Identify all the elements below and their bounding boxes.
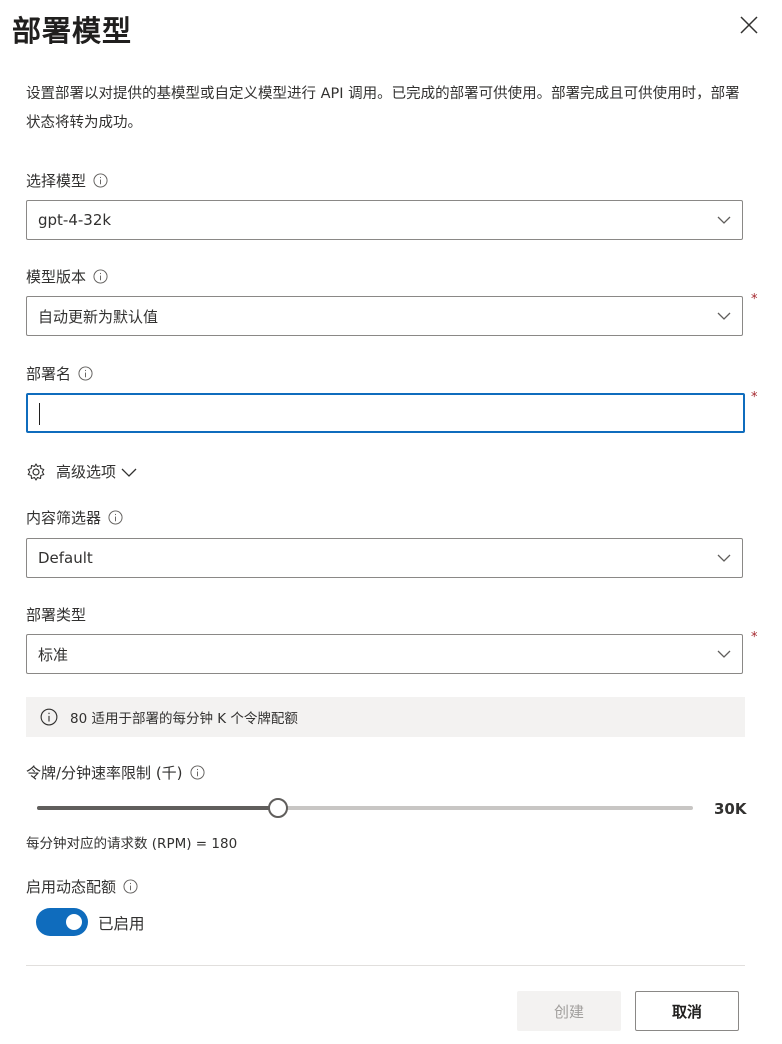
content-filter-dropdown[interactable]: Default — [26, 538, 743, 578]
close-icon[interactable] — [738, 14, 760, 36]
required-marker: * — [751, 292, 758, 307]
content-filter-label-text: 内容筛选器 — [26, 509, 102, 527]
content-filter-value: Default — [38, 549, 93, 567]
chevron-down-icon — [717, 312, 731, 320]
footer-divider — [26, 965, 745, 966]
deployment-type-label-text: 部署类型 — [26, 606, 87, 624]
quota-info-bar: 80 适用于部署的每分钟 K 个令牌配额 — [26, 697, 745, 737]
info-icon — [40, 708, 58, 726]
cancel-button[interactable]: 取消 — [635, 991, 739, 1031]
content-filter-label: 内容筛选器 — [26, 507, 123, 528]
version-dropdown[interactable]: 自动更新为默认值 — [26, 296, 743, 336]
dynamic-quota-label-text: 启用动态配额 — [26, 878, 117, 896]
deployment-type-dropdown[interactable]: 标准 — [26, 634, 743, 674]
rpm-text: 每分钟对应的请求数 (RPM) = 180 — [26, 836, 238, 852]
deployment-name-label-text: 部署名 — [26, 365, 72, 383]
required-marker: * — [751, 630, 758, 645]
version-label-text: 模型版本 — [26, 268, 87, 286]
deployment-name-input[interactable] — [26, 393, 745, 433]
slider-value: 30K — [714, 800, 747, 818]
info-icon[interactable] — [93, 269, 108, 284]
required-marker: * — [751, 390, 758, 405]
info-icon[interactable] — [190, 765, 205, 780]
chevron-down-icon — [121, 468, 137, 477]
toggle-state-label: 已启用 — [98, 915, 145, 933]
slider-fill — [37, 806, 278, 810]
info-icon[interactable] — [78, 366, 93, 381]
model-field-label: 选择模型 — [26, 170, 108, 191]
chevron-down-icon — [717, 216, 731, 224]
page-title: 部署模型 — [12, 14, 133, 48]
info-icon[interactable] — [93, 173, 108, 188]
deployment-name-label: 部署名 — [26, 363, 93, 384]
deployment-type-value: 标准 — [38, 645, 69, 664]
model-dropdown[interactable]: gpt-4-32k — [26, 200, 743, 240]
rate-limit-label-text: 令牌/分钟速率限制 (千) — [26, 764, 183, 782]
advanced-options-toggle[interactable]: 高级选项 — [26, 461, 138, 482]
create-button[interactable]: 创建 — [517, 991, 621, 1031]
info-icon[interactable] — [108, 510, 123, 525]
rate-limit-label: 令牌/分钟速率限制 (千) — [26, 762, 205, 783]
slider-thumb[interactable] — [268, 798, 288, 818]
chevron-down-icon — [717, 554, 731, 562]
model-label-text: 选择模型 — [26, 172, 87, 190]
version-field-label: 模型版本 — [26, 266, 108, 287]
dynamic-quota-label: 启用动态配额 — [26, 876, 138, 897]
text-cursor — [39, 403, 40, 425]
dynamic-quota-toggle[interactable] — [36, 908, 88, 936]
quota-info-text: 80 适用于部署的每分钟 K 个令牌配额 — [70, 711, 298, 727]
toggle-knob — [66, 914, 82, 930]
deployment-type-label: 部署类型 — [26, 604, 86, 625]
panel-description: 设置部署以对提供的基模型或自定义模型进行 API 调用。已完成的部署可供使用。部… — [26, 86, 740, 131]
gear-icon — [27, 462, 45, 481]
version-dropdown-value: 自动更新为默认值 — [38, 307, 159, 326]
info-icon[interactable] — [123, 879, 138, 894]
chevron-down-icon — [717, 650, 731, 658]
advanced-options-label: 高级选项 — [56, 463, 117, 481]
model-dropdown-value: gpt-4-32k — [38, 211, 112, 229]
